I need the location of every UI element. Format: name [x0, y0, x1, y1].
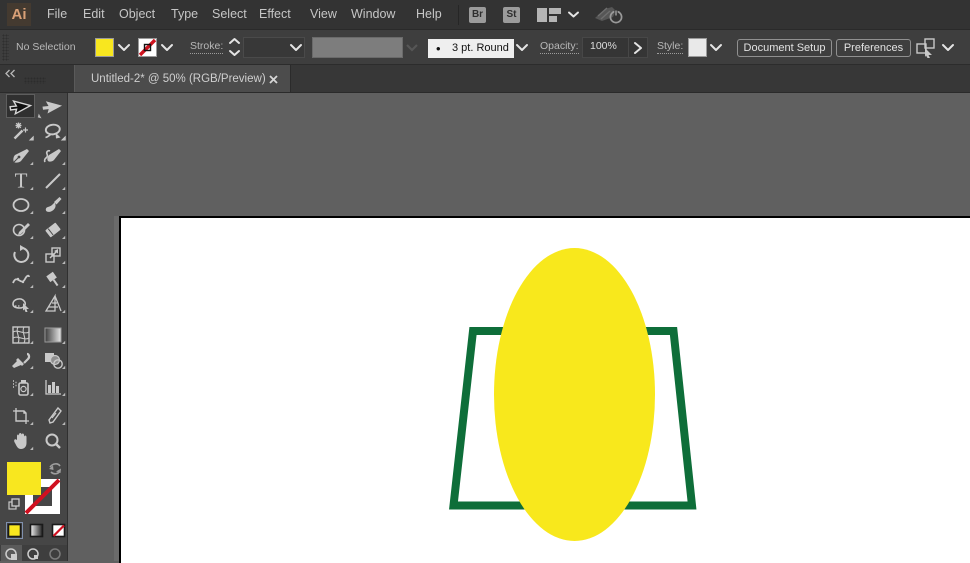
svg-text:T: T — [15, 169, 28, 193]
